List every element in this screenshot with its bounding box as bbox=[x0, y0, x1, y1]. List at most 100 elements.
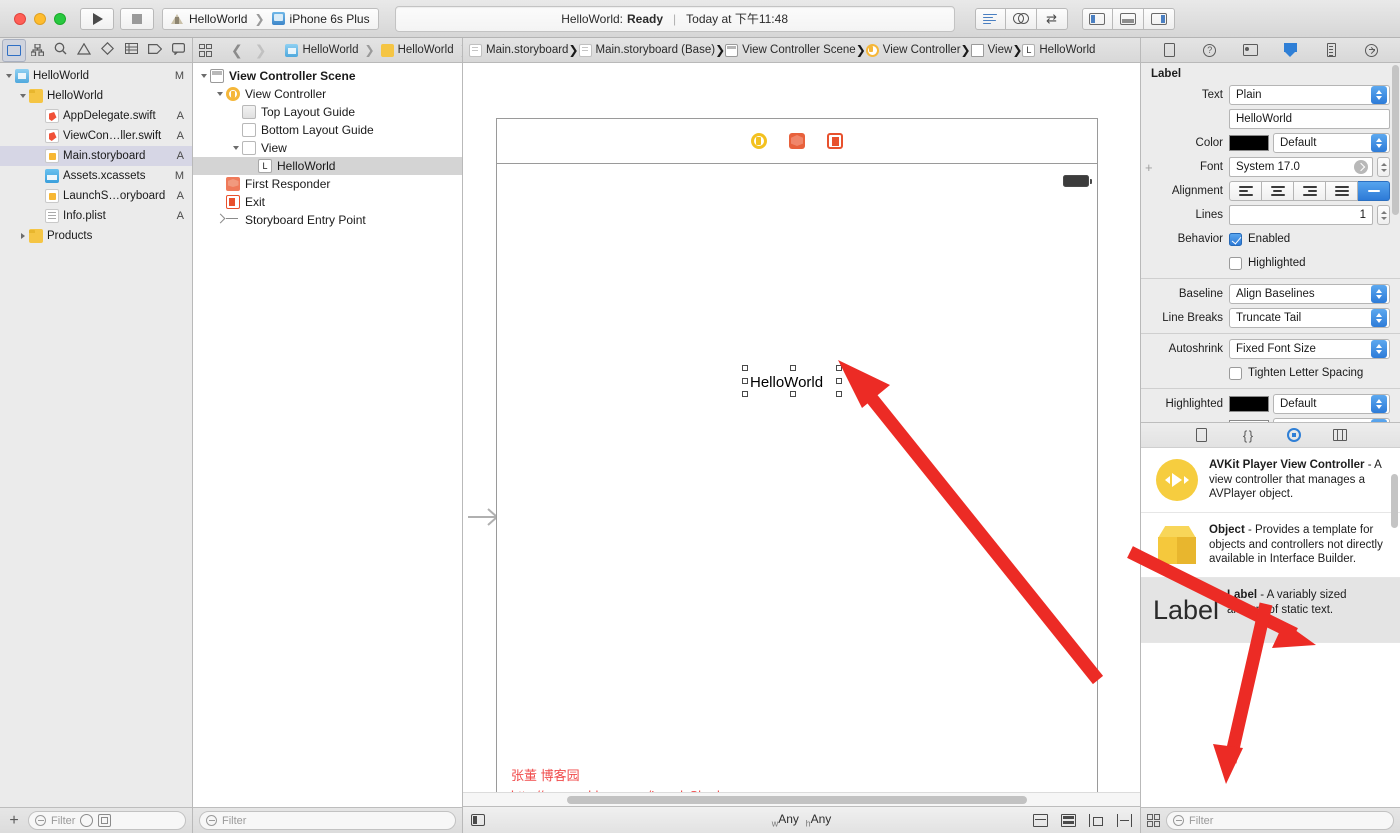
outline-row-bottom-layout-guide[interactable]: Bottom Layout Guide bbox=[193, 121, 462, 139]
highlighted-color-popup[interactable]: Default bbox=[1273, 394, 1390, 414]
disclosure-triangle[interactable] bbox=[16, 93, 29, 99]
library-filter-field[interactable]: Filter bbox=[1166, 811, 1394, 830]
shadow-color-control[interactable]: Default bbox=[1229, 418, 1390, 422]
file-inspector-tab[interactable] bbox=[1156, 40, 1182, 60]
library-item-object[interactable]: Object - Provides a template for objects… bbox=[1141, 513, 1400, 578]
embed-in-stack-icon[interactable] bbox=[1061, 813, 1076, 827]
highlighted-checkbox[interactable] bbox=[1229, 256, 1242, 270]
lines-field[interactable]: 1 bbox=[1229, 205, 1373, 225]
navigator-selector-bar[interactable] bbox=[0, 38, 192, 63]
recent-files-filter-icon[interactable] bbox=[80, 814, 94, 827]
library-item-avkit[interactable]: AVKit Player View Controller - A view co… bbox=[1141, 448, 1400, 513]
resize-handle-bl[interactable] bbox=[742, 391, 748, 397]
resize-handle-tc[interactable] bbox=[790, 365, 796, 371]
navigator-row-3[interactable]: ViewCon…ller.swift A bbox=[0, 126, 192, 146]
toggle-navigator-button[interactable] bbox=[1081, 7, 1113, 30]
attributes-inspector-tab[interactable] bbox=[1278, 40, 1304, 60]
navigator-row-main-storyboard[interactable]: Main.storyboard A bbox=[0, 146, 192, 166]
outline-row-entry-point[interactable]: Storyboard Entry Point bbox=[193, 211, 462, 229]
add-font-variation-icon[interactable]: + bbox=[1145, 160, 1153, 175]
add-file-button[interactable]: + bbox=[6, 812, 22, 829]
baseline-control[interactable]: Align Baselines bbox=[1229, 284, 1390, 304]
text-content-control[interactable]: HelloWorld bbox=[1229, 109, 1390, 129]
file-template-library-tab[interactable] bbox=[1194, 428, 1210, 443]
breadcrumb-main-storyboard-base[interactable]: Main.storyboard (Base) bbox=[578, 43, 715, 57]
resize-handle-bc[interactable] bbox=[790, 391, 796, 397]
alignment-segmented-control[interactable] bbox=[1229, 181, 1390, 201]
outline-row-exit[interactable]: Exit bbox=[193, 193, 462, 211]
outline-tree[interactable]: View Controller Scene View Controller To… bbox=[193, 63, 462, 807]
outline-row-top-layout-guide[interactable]: Top Layout Guide bbox=[193, 103, 462, 121]
tighten-letter-spacing-checkbox[interactable] bbox=[1229, 366, 1242, 380]
font-control[interactable]: System 17.0 bbox=[1229, 157, 1390, 177]
navigator-filter-field[interactable]: Filter bbox=[28, 811, 186, 830]
issue-navigator-tab[interactable] bbox=[73, 39, 97, 62]
run-button[interactable] bbox=[80, 7, 114, 30]
align-center-button[interactable] bbox=[1262, 181, 1294, 201]
breadcrumb-view[interactable]: View bbox=[970, 43, 1012, 57]
outline-row-scene[interactable]: View Controller Scene bbox=[193, 67, 462, 85]
enabled-checkbox[interactable] bbox=[1229, 232, 1242, 246]
breadcrumb-folder[interactable]: HelloWorld bbox=[380, 43, 454, 57]
inspector-scrollbar[interactable] bbox=[1392, 65, 1399, 215]
align-justified-button[interactable] bbox=[1326, 181, 1358, 201]
scheme-selector[interactable]: HelloWorld ❯ iPhone 6s Plus bbox=[162, 7, 379, 30]
align-natural-button[interactable] bbox=[1358, 181, 1390, 201]
view-controller-canvas[interactable]: HelloWorld 张董 博客园 http://www.cnblogs.com… bbox=[496, 118, 1098, 792]
interface-builder-canvas[interactable]: HelloWorld 张董 博客园 http://www.cnblogs.com… bbox=[463, 63, 1140, 792]
highlighted-color-swatch[interactable] bbox=[1229, 396, 1269, 412]
outline-row-view-controller[interactable]: View Controller bbox=[193, 85, 462, 103]
view-controller-dock-icon[interactable] bbox=[751, 133, 767, 149]
text-style-popup[interactable]: Plain bbox=[1229, 85, 1390, 105]
library-scrollbar[interactable] bbox=[1391, 474, 1398, 528]
behavior-highlighted-control[interactable]: Highlighted bbox=[1229, 256, 1390, 270]
scene-dock[interactable] bbox=[497, 119, 1097, 164]
breadcrumb-main-storyboard[interactable]: Main.storyboard bbox=[469, 43, 568, 57]
library-view-grid-icon[interactable] bbox=[1147, 814, 1160, 827]
size-inspector-tab[interactable] bbox=[1318, 40, 1344, 60]
color-control[interactable]: Default bbox=[1229, 133, 1390, 153]
disclosure-triangle[interactable] bbox=[229, 145, 242, 151]
autoshrink-popup[interactable]: Fixed Font Size bbox=[1229, 339, 1390, 359]
align-constraints-icon[interactable] bbox=[1089, 813, 1104, 827]
label-text-field[interactable]: HelloWorld bbox=[1229, 109, 1390, 129]
resize-handle-tr[interactable] bbox=[836, 365, 842, 371]
breadcrumb-view-controller[interactable]: View Controller bbox=[865, 43, 961, 57]
lines-stepper[interactable] bbox=[1377, 205, 1390, 225]
toggle-debug-area-button[interactable] bbox=[1112, 7, 1144, 30]
source-control-navigator-tab[interactable] bbox=[26, 39, 50, 62]
outline-row-label-helloworld[interactable]: L HelloWorld bbox=[193, 157, 462, 175]
align-right-button[interactable] bbox=[1294, 181, 1326, 201]
disclosure-triangle[interactable] bbox=[2, 73, 15, 79]
disclosure-triangle[interactable] bbox=[16, 233, 29, 239]
navigator-row-1[interactable]: HelloWorld bbox=[0, 86, 192, 106]
source-control-filter-icon[interactable] bbox=[98, 814, 112, 827]
resize-handle-ml[interactable] bbox=[742, 378, 748, 384]
version-editor-button[interactable]: ⇄ bbox=[1036, 7, 1068, 30]
forward-button[interactable]: ❯ bbox=[252, 42, 270, 59]
library-selector-bar[interactable]: { } bbox=[1141, 422, 1400, 448]
disclosure-triangle[interactable] bbox=[213, 91, 226, 97]
outline-filter-field[interactable]: Filter bbox=[199, 811, 456, 830]
code-snippet-library-tab[interactable]: { } bbox=[1240, 428, 1256, 443]
attributes-inspector-content[interactable]: Label Text Plain HelloWorld Color Defaul… bbox=[1141, 63, 1400, 422]
navigator-row-products[interactable]: Products bbox=[0, 226, 192, 246]
line-breaks-control[interactable]: Truncate Tail bbox=[1229, 308, 1390, 328]
breadcrumb-label[interactable]: L HelloWorld bbox=[1022, 43, 1095, 57]
breadcrumb-project[interactable]: HelloWorld bbox=[285, 43, 359, 57]
report-navigator-tab[interactable] bbox=[167, 39, 191, 62]
standard-editor-button[interactable] bbox=[974, 7, 1006, 30]
shadow-color-popup[interactable]: Default bbox=[1273, 418, 1390, 422]
identity-inspector-tab[interactable] bbox=[1237, 40, 1263, 60]
highlighted-color-control[interactable]: Default bbox=[1229, 394, 1390, 414]
resize-handle-mr[interactable] bbox=[836, 378, 842, 384]
outline-row-view[interactable]: View bbox=[193, 139, 462, 157]
stop-button[interactable] bbox=[120, 7, 154, 30]
assistant-editor-button[interactable] bbox=[1005, 7, 1037, 30]
editor-mode-segmented-control[interactable]: ⇄ bbox=[974, 7, 1068, 30]
project-navigator-tree[interactable]: HelloWorld M HelloWorld AppDelegate.swif… bbox=[0, 63, 192, 807]
font-size-stepper[interactable] bbox=[1377, 157, 1390, 177]
view-toggles-segmented-control[interactable] bbox=[1081, 7, 1175, 30]
update-frames-icon[interactable] bbox=[1033, 813, 1048, 827]
zoom-window-button[interactable] bbox=[54, 12, 66, 25]
